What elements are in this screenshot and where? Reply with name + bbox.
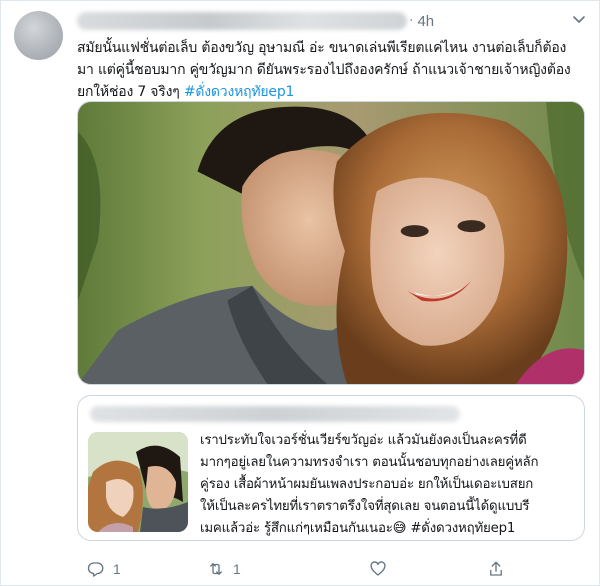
chevron-down-icon[interactable]	[571, 11, 587, 27]
quoted-text-line: คู่รอง เสื้อผ้าหน้าผมยันเพลงประกอบอ่ะ ยก…	[200, 477, 534, 492]
like-button[interactable]	[369, 560, 395, 578]
retweet-icon	[210, 563, 222, 575]
quoted-hashtag: #ดั่งดวงหฤทัยep1	[410, 521, 516, 536]
tweet-text-line: สมัยนั้นแฟชั่นต่อเล็บ ต้องขวัญ อุษามณี อ…	[77, 40, 567, 56]
quoted-author-redacted[interactable]	[90, 406, 460, 422]
quoted-text: เราประทับใจเวอร์ชั่นเวียร์ขวัญอ่ะ แล้วมั…	[200, 430, 578, 540]
heart-icon	[370, 561, 386, 576]
tweet-card[interactable]: · 4h สมัยนั้นแฟชั่นต่อเล็บ ต้องขวัญ อุษา…	[0, 0, 600, 586]
tweet-header: · 4h	[77, 9, 589, 33]
tweet-text-line: มา แต่คู่นี้ชอบมาก คู่ขวัญมาก ดียันพระรอ…	[77, 62, 571, 78]
avatar[interactable]	[14, 11, 63, 60]
tweet-text-tail: ยกให้ช่อง 7 จริงๆ	[77, 84, 184, 100]
quoted-text-tail: เมคแล้วอ่ะ รู้สึกแก่ๆเหมือนกันเนอะ😅	[200, 521, 411, 536]
share-icon	[490, 561, 502, 576]
quoted-text-line: ให้เป็นละครไทยที่เราตราตรึงใจที่สุดเลย จ…	[200, 499, 530, 514]
retweet-count: 1	[233, 561, 241, 577]
hashtag-link[interactable]: #ดั่งดวงหฤทัยep1	[184, 84, 295, 100]
tweet-text-line: ยกให้ช่อง 7 จริงๆ #ดั่งดวงหฤทัยep1	[77, 81, 587, 103]
tweet-text: สมัยนั้นแฟชั่นต่อเล็บ ต้องขวัญ อุษามณี อ…	[77, 37, 587, 103]
quoted-text-line: เราประทับใจเวอร์ชั่นเวียร์ขวัญอ่ะ แล้วมั…	[200, 433, 527, 448]
quoted-thumbnail[interactable]	[88, 432, 188, 532]
quoted-text-line: เมคแล้วอ่ะ รู้สึกแก่ๆเหมือนกันเนอะ😅 #ดั่…	[200, 518, 578, 540]
share-button[interactable]	[487, 560, 513, 578]
reply-count: 1	[113, 561, 121, 577]
tweet-timestamp[interactable]: 4h	[417, 13, 434, 30]
tweet-photo[interactable]	[77, 101, 585, 385]
author-name-redacted[interactable]	[77, 12, 407, 30]
tweet-actions: 1 1	[77, 557, 577, 581]
quoted-tweet[interactable]: เราประทับใจเวอร์ชั่นเวียร์ขวัญอ่ะ แล้วมั…	[77, 395, 585, 541]
reply-button[interactable]: 1	[87, 560, 121, 578]
retweet-button[interactable]: 1	[207, 560, 241, 578]
reply-icon	[87, 562, 104, 577]
quoted-text-line: มากๆอยู่เลยในความทรงจำเรา ตอนนั้นชอบทุกอ…	[200, 455, 539, 470]
time-separator: ·	[409, 13, 414, 29]
